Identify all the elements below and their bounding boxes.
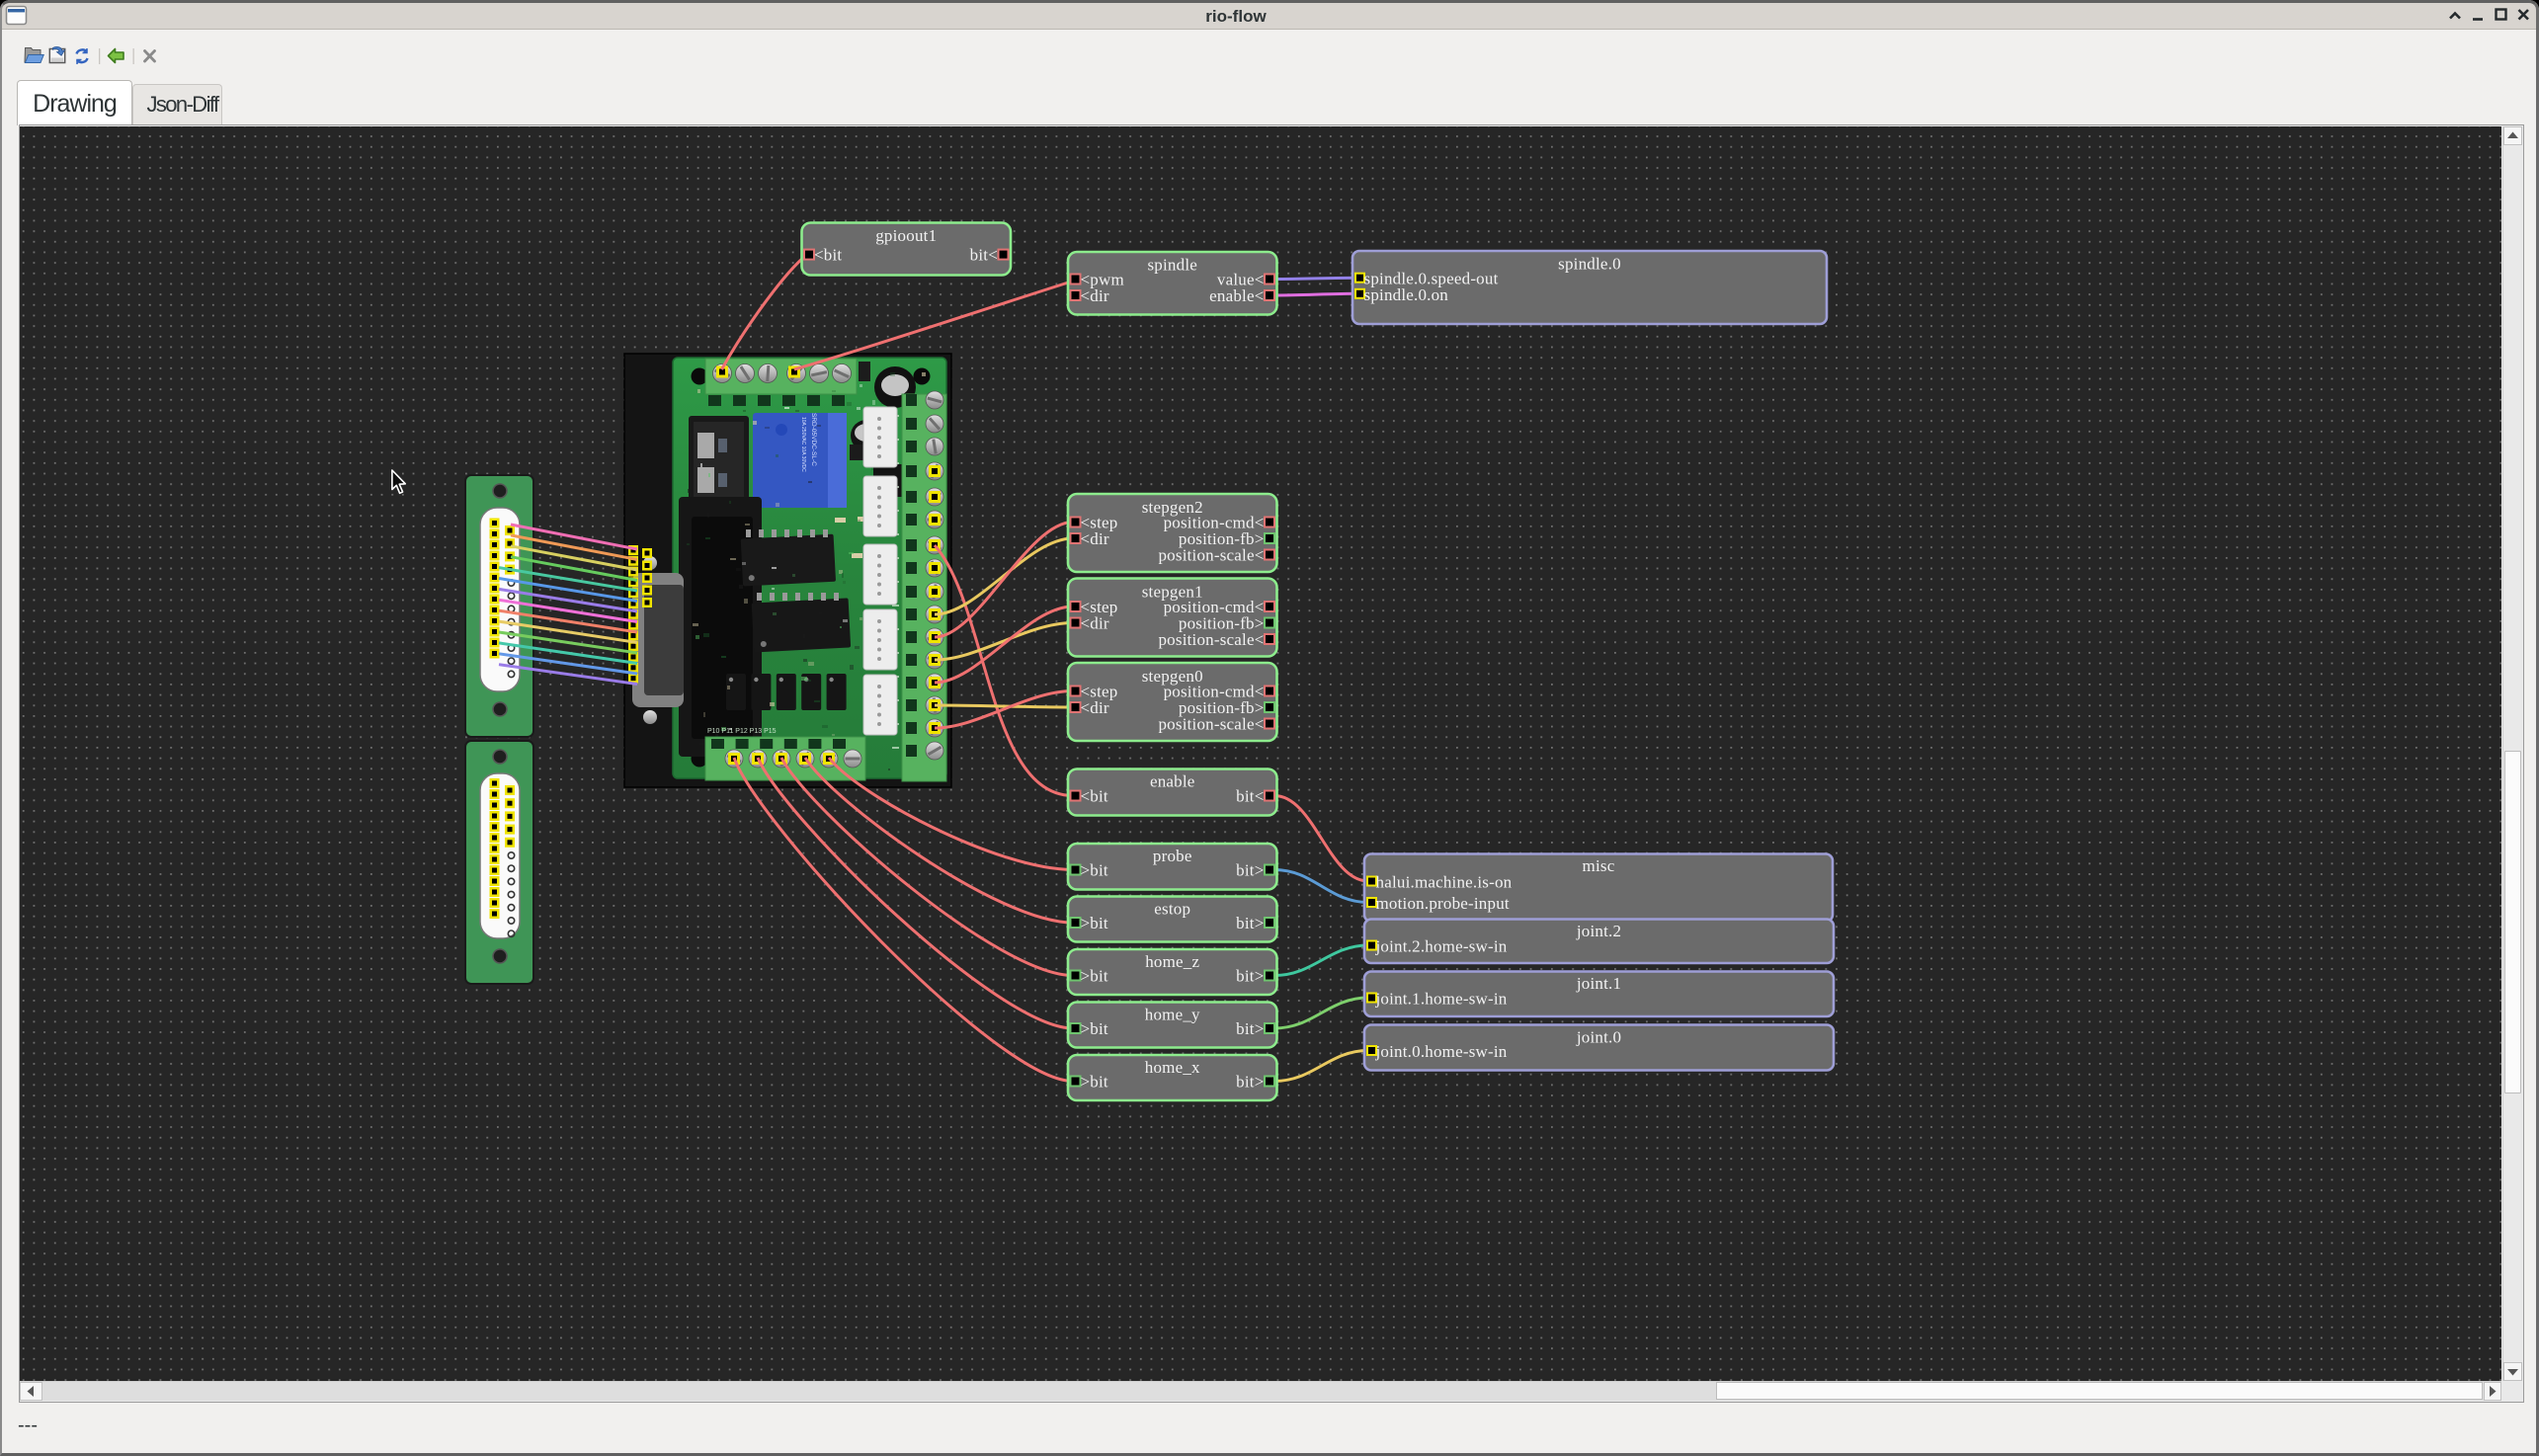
svg-text:bit<: bit<	[1236, 787, 1264, 806]
svg-text:misc: misc	[1583, 856, 1615, 875]
svg-text:joint.2.home-sw-in: joint.2.home-sw-in	[1375, 937, 1508, 956]
svg-text:position-scale<: position-scale<	[1158, 715, 1264, 734]
svg-text:position-scale<: position-scale<	[1158, 630, 1264, 649]
svg-text:P10 P11 P12 P13 P15: P10 P11 P12 P13 P15	[707, 728, 777, 735]
svg-text:home_y: home_y	[1145, 1006, 1200, 1024]
svg-text:>bit: >bit	[1081, 1019, 1108, 1038]
svg-text:spindle.0: spindle.0	[1558, 255, 1621, 274]
svg-text:enable<: enable<	[1209, 286, 1264, 305]
svg-text:gpioout1: gpioout1	[875, 226, 937, 245]
svg-text:position-scale<: position-scale<	[1158, 546, 1264, 565]
svg-text:bit>: bit>	[1236, 1073, 1264, 1092]
svg-text:bit>: bit>	[1236, 1019, 1264, 1038]
svg-text:halui.machine.is-on: halui.machine.is-on	[1376, 873, 1513, 892]
svg-text:>bit: >bit	[1081, 967, 1108, 986]
svg-text:spindle: spindle	[1147, 256, 1197, 275]
svg-text:probe: probe	[1153, 847, 1192, 865]
svg-text:estop: estop	[1154, 900, 1190, 919]
svg-text:joint.1.home-sw-in: joint.1.home-sw-in	[1375, 990, 1508, 1009]
svg-text:spindle.0.on: spindle.0.on	[1364, 285, 1449, 304]
svg-text:home_x: home_x	[1145, 1058, 1200, 1077]
svg-text:<bit: <bit	[1081, 787, 1108, 806]
svg-text:enable: enable	[1150, 772, 1195, 791]
svg-text:joint.0: joint.0	[1576, 1028, 1621, 1047]
svg-text:<bit: <bit	[814, 246, 842, 265]
svg-text:>bit: >bit	[1081, 1073, 1108, 1092]
svg-text:<dir: <dir	[1081, 614, 1109, 633]
svg-text:SRD-05VDC-SL-C: SRD-05VDC-SL-C	[810, 413, 817, 466]
svg-text:home_z: home_z	[1145, 952, 1199, 971]
svg-text:joint.1: joint.1	[1576, 974, 1621, 993]
svg-text:bit>: bit>	[1236, 861, 1264, 880]
svg-text:bit<: bit<	[970, 246, 998, 265]
svg-text:bit>: bit>	[1236, 967, 1264, 986]
svg-text:10A 250VAC 10A 30VDC: 10A 250VAC 10A 30VDC	[800, 417, 806, 472]
svg-text:bit>: bit>	[1236, 914, 1264, 932]
svg-text:<dir: <dir	[1081, 286, 1109, 305]
svg-text:>bit: >bit	[1081, 914, 1108, 932]
svg-text:motion.probe-input: motion.probe-input	[1376, 894, 1510, 913]
svg-text:joint.0.home-sw-in: joint.0.home-sw-in	[1375, 1042, 1508, 1061]
svg-text:>bit: >bit	[1081, 861, 1108, 880]
svg-text:joint.2: joint.2	[1576, 922, 1621, 940]
svg-text:<dir: <dir	[1081, 698, 1109, 717]
svg-text:<dir: <dir	[1081, 529, 1109, 548]
